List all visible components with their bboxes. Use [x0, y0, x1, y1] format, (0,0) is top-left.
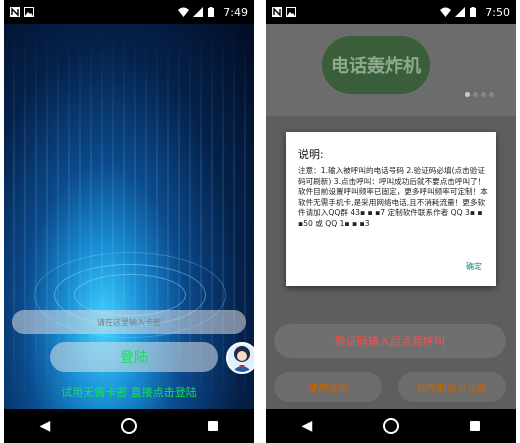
pager-dot	[465, 92, 470, 97]
member-register-button[interactable]: 秒呼叫会员注册	[398, 372, 506, 402]
verify-call-button[interactable]: 验证码输入后点我呼叫	[274, 324, 506, 358]
instructions-button[interactable]: 使用说明	[274, 372, 382, 402]
dialog-ok-button[interactable]: 确定	[466, 261, 482, 272]
status-bar: 7:49	[4, 0, 254, 24]
signal-icon	[455, 7, 466, 17]
recents-icon[interactable]	[470, 421, 481, 431]
pager-dot	[473, 92, 478, 97]
instructions-dialog: 说明: 注意：1.输入被呼叫的电话号码 2.验证码必填(点击验证码可刷新) 3.…	[286, 132, 496, 286]
dialog-body: 注意：1.输入被呼叫的电话号码 2.验证码必填(点击验证码可刷新) 3.点击呼叫…	[298, 166, 488, 228]
navigation-bar: ◀	[266, 409, 516, 443]
login-screen: 7:49 请在这里输入卡密 登陆 试用无需卡密 直接点击登陆 ◀	[4, 0, 254, 443]
image-notification-icon	[286, 7, 296, 17]
banner: 电话轰炸机	[266, 24, 516, 116]
back-icon[interactable]: ◀	[302, 419, 313, 433]
trial-hint[interactable]: 试用无需卡密 直接点击登陆	[4, 384, 254, 400]
navigation-bar: ◀	[4, 409, 254, 443]
login-button[interactable]: 登陆	[50, 342, 218, 372]
image-notification-icon	[24, 7, 34, 17]
home-icon[interactable]	[121, 418, 138, 434]
status-time: 7:49	[223, 5, 248, 19]
home-icon[interactable]	[383, 418, 400, 434]
status-time: 7:50	[485, 5, 510, 19]
avatar-image	[228, 344, 254, 372]
avatar[interactable]	[226, 342, 254, 374]
wifi-icon	[440, 7, 452, 17]
back-icon[interactable]: ◀	[40, 419, 51, 433]
notification-n-icon	[10, 7, 20, 17]
signal-icon	[193, 7, 204, 17]
banner-pager	[465, 92, 494, 97]
notification-n-icon	[272, 7, 282, 17]
dialog-title: 说明:	[298, 148, 324, 161]
status-bar: 7:50	[266, 0, 516, 24]
battery-icon	[470, 7, 480, 17]
card-key-input[interactable]: 请在这里输入卡密	[12, 310, 246, 334]
pager-dot	[489, 92, 494, 97]
card-key-placeholder: 请在这里输入卡密	[97, 317, 161, 327]
battery-icon	[208, 7, 218, 17]
wifi-icon	[178, 7, 190, 17]
bottom-buttons: 使用说明 秒呼叫会员注册	[274, 372, 506, 402]
call-screen: 7:50 电话轰炸机 验证码输入后点我呼叫 使用说明 秒呼叫会员注册 说明: 注…	[266, 0, 516, 443]
pager-dot	[481, 92, 486, 97]
recents-icon[interactable]	[208, 421, 219, 431]
banner-title: 电话轰炸机	[322, 36, 430, 94]
